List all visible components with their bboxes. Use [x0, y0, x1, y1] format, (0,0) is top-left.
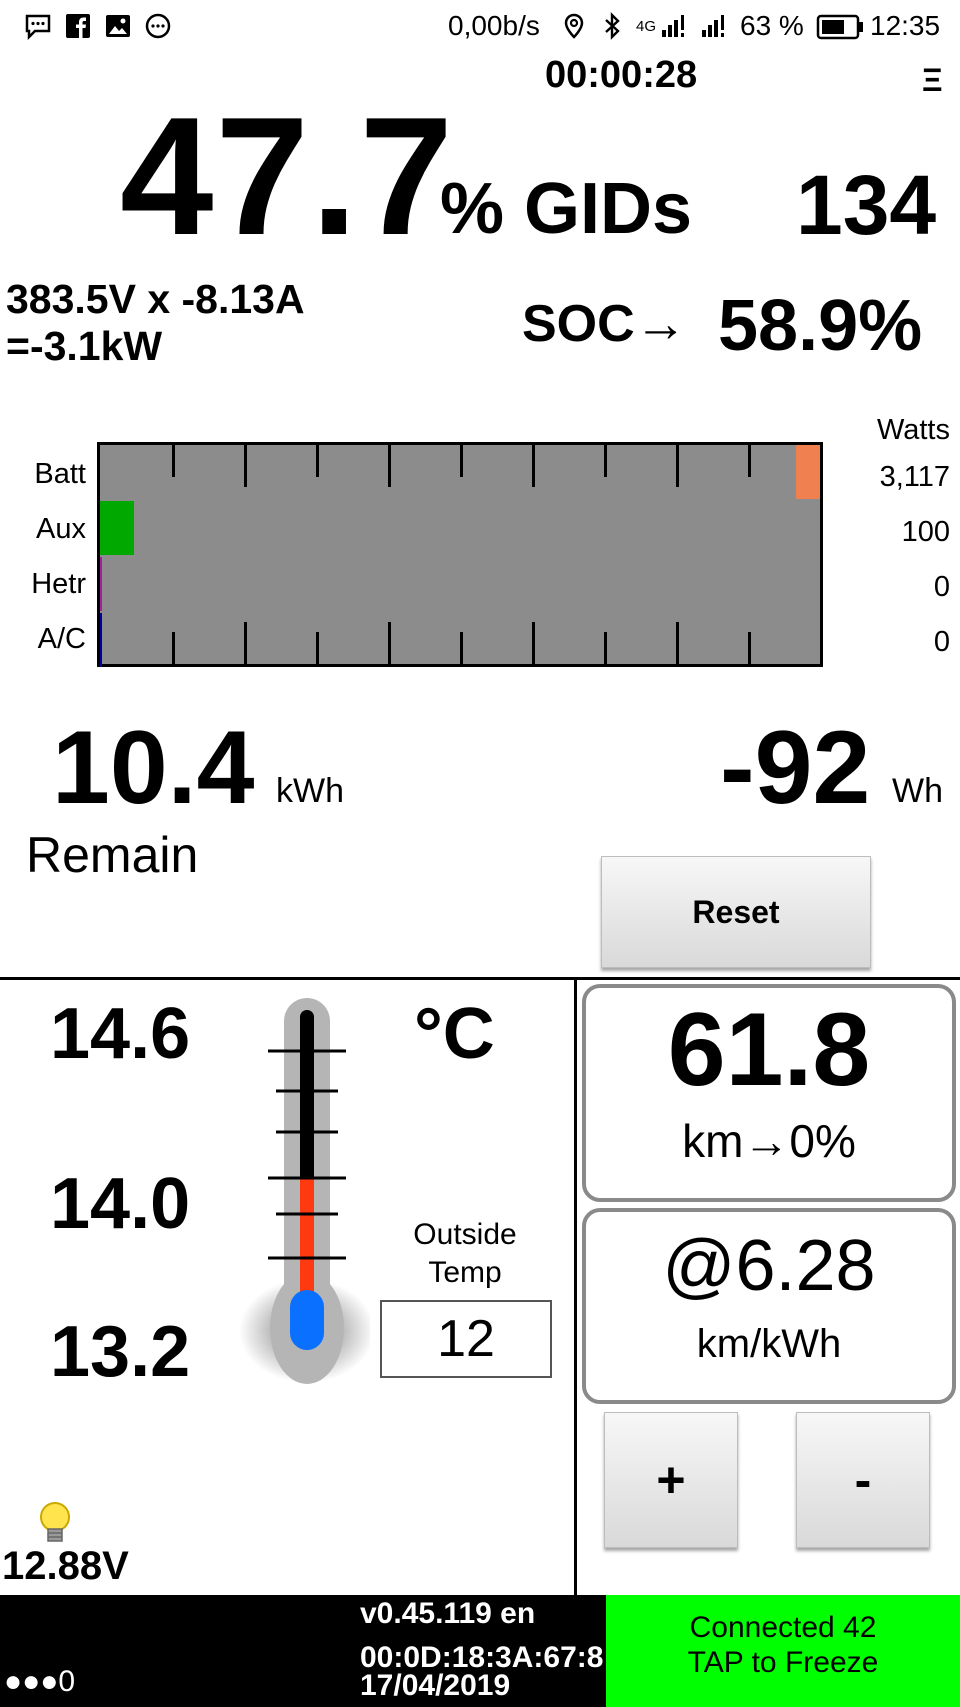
freeze-text: Connected 42 TAP to Freeze	[606, 1611, 960, 1680]
battery-percent: 63 %	[740, 10, 804, 41]
batt-bar	[796, 445, 820, 499]
gids-label: % GIDs	[440, 169, 693, 249]
graph-tick-top	[460, 445, 463, 477]
graph-tick-bottom	[460, 632, 463, 664]
watts-aux: 100	[901, 516, 950, 548]
more-icon	[145, 13, 171, 39]
efficiency-unit: km/kWh	[696, 1322, 842, 1366]
range-card[interactable]: 61.8 km→0%	[582, 984, 956, 1202]
reset-button[interactable]: Reset	[601, 856, 871, 968]
connected-status: Connected 42	[689, 1611, 877, 1644]
footer-date: 17/04/2019	[360, 1669, 511, 1702]
graph-tick-bottom	[676, 622, 679, 664]
remain-label: Remain	[26, 827, 199, 883]
hetr-bar	[100, 557, 102, 611]
row-label-aux: Aux	[36, 513, 86, 545]
row-label-batt: Batt	[34, 458, 86, 490]
clock: 12:35	[870, 10, 941, 41]
column-divider	[574, 978, 577, 1596]
graph-tick-bottom	[316, 632, 319, 664]
power-va: 383.5V x -8.13A	[6, 276, 305, 322]
graph-tick-bottom	[388, 622, 391, 664]
message-icon	[25, 14, 51, 40]
temp-unit: °C	[414, 994, 495, 1074]
outside-temp-field[interactable]: 12	[380, 1300, 552, 1378]
graph-tick-top	[388, 445, 391, 487]
soc-value: 58.9%	[718, 286, 923, 366]
temp-mid: 14.0	[50, 1164, 191, 1244]
power-readout: 383.5V x -8.13A =-3.1kW	[6, 276, 305, 370]
watts-ac: 0	[933, 626, 950, 658]
graph-tick-bottom	[244, 622, 247, 664]
session-timer: 00:00:28	[545, 54, 698, 96]
menu-icon[interactable]: Ξ	[922, 62, 943, 99]
outside-label-2: Temp	[428, 1255, 502, 1289]
plus-button[interactable]: +	[604, 1412, 738, 1548]
used-unit: Wh	[892, 772, 943, 810]
power-bar-graph	[97, 442, 823, 667]
remain-unit: kWh	[276, 772, 344, 810]
location-icon	[564, 13, 584, 39]
signal-icon	[662, 15, 684, 37]
graph-tick-top	[532, 445, 535, 487]
ac-bar	[100, 613, 102, 667]
facebook-icon	[66, 14, 90, 38]
section-divider	[0, 977, 960, 980]
graph-tick-top	[244, 445, 247, 487]
aux-battery-voltage: 12.88V	[2, 1544, 129, 1588]
graph-tick-bottom	[604, 632, 607, 664]
power-kw: =-3.1kW	[6, 323, 163, 370]
row-label-ac: A/C	[37, 623, 86, 655]
efficiency-value: @6.28	[662, 1226, 876, 1306]
used-value: -92	[720, 710, 871, 826]
efficiency-card[interactable]: @6.28 km/kWh	[582, 1208, 956, 1404]
graph-tick-bottom	[532, 622, 535, 664]
temp-high: 14.6	[50, 994, 191, 1074]
watts-batt: 3,117	[879, 461, 950, 493]
aux-bar	[100, 501, 134, 555]
soc-label: SOC→	[522, 295, 687, 353]
range-label: km→0%	[682, 1115, 856, 1167]
graph-tick-bottom	[172, 632, 175, 664]
tap-to-freeze: TAP to Freeze	[687, 1645, 879, 1679]
gids-percent: 47.7	[120, 82, 455, 270]
watts-hetr: 0	[933, 571, 950, 603]
temp-low: 13.2	[50, 1312, 191, 1392]
outside-temp-label: Outside Temp	[380, 1216, 550, 1291]
app-version: v0.45.119 en	[360, 1597, 536, 1630]
graph-tick-top	[316, 445, 319, 477]
row-label-hetr: Hetr	[31, 568, 86, 600]
footer-info: ●●●0 v0.45.119 en 00:0D:18:3A:67:8 17/04…	[0, 1595, 606, 1707]
lightbulb-icon	[40, 1502, 70, 1542]
connection-dots: ●●●0	[4, 1665, 76, 1698]
graph-tick-top	[172, 445, 175, 477]
gids-count: 134	[796, 158, 937, 252]
image-icon	[106, 15, 130, 37]
freeze-toggle[interactable]: Connected 42 TAP to Freeze	[606, 1595, 960, 1707]
thermometer-icon	[239, 998, 370, 1384]
watts-header: Watts	[876, 414, 950, 446]
network-type: 4G	[636, 18, 657, 35]
graph-tick-top	[748, 445, 751, 477]
remain-value: 10.4	[52, 710, 255, 826]
graph-tick-top	[604, 445, 607, 477]
bluetooth-icon	[605, 12, 620, 40]
graph-tick-top	[676, 445, 679, 487]
status-bar: 0,00b/s 4G 63 % 12:35	[0, 0, 960, 56]
signal-icon-2	[702, 15, 724, 37]
outside-label-1: Outside	[413, 1218, 517, 1251]
graph-tick-bottom	[748, 632, 751, 664]
net-speed: 0,00b/s	[448, 10, 540, 41]
minus-button[interactable]: -	[796, 1412, 930, 1548]
range-value: 61.8	[667, 992, 871, 1108]
battery-icon	[816, 14, 863, 40]
